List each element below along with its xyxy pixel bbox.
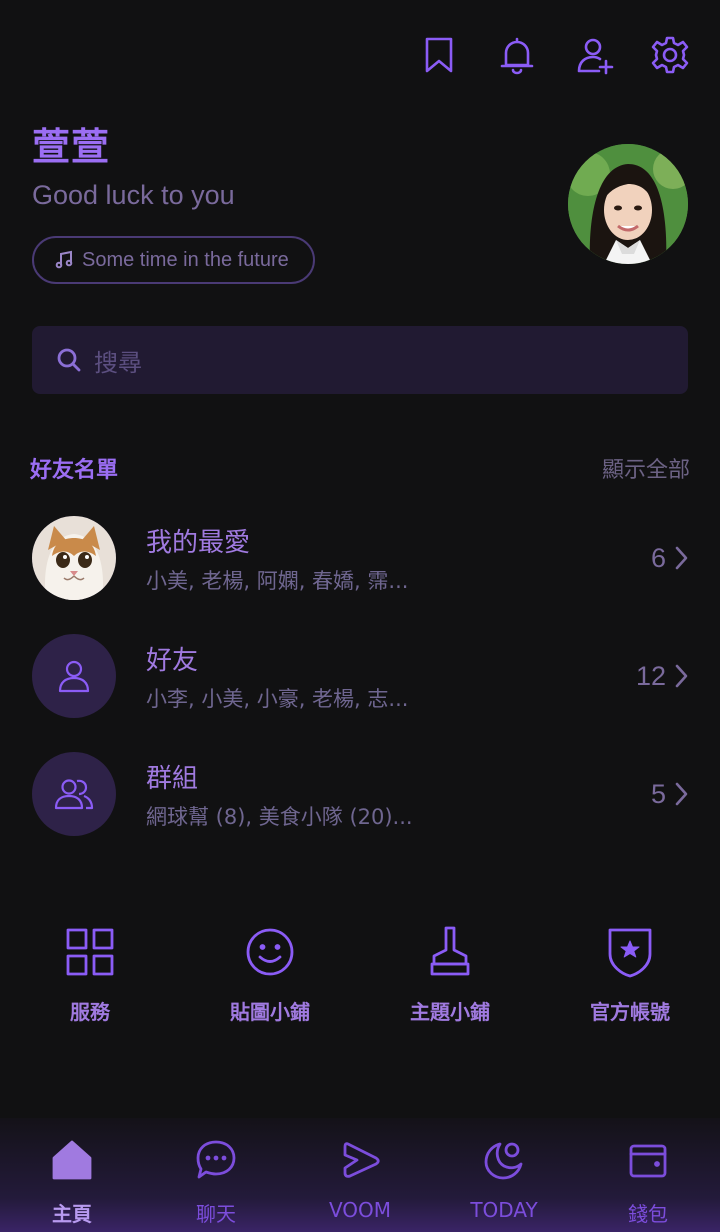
music-note-icon	[55, 250, 73, 269]
nav-home[interactable]: 主頁	[0, 1118, 144, 1232]
search-placeholder: 搜尋	[94, 348, 142, 377]
shortcut-sticker-shop[interactable]: 貼圖小鋪	[180, 924, 360, 1025]
friends-title: 好友	[146, 645, 199, 676]
grid-icon	[66, 928, 114, 976]
nav-today-label: TODAY	[470, 1198, 538, 1222]
chat-icon	[196, 1140, 236, 1179]
shortcut-bar: 服務 貼圖小鋪 主題小鋪 官方帳號	[0, 924, 720, 1025]
top-toolbar	[400, 30, 690, 80]
nav-chat[interactable]: 聊天	[144, 1118, 288, 1232]
cat-photo	[32, 516, 116, 600]
groups-title: 群組	[146, 763, 199, 794]
brush-icon	[430, 926, 470, 976]
bottom-navigation: 主頁 聊天 VOOM TODAY 錢包	[0, 1118, 720, 1232]
nav-today[interactable]: TODAY	[432, 1118, 576, 1232]
profile-avatar[interactable]	[568, 144, 688, 264]
friends-section-title: 好友名單	[30, 458, 119, 483]
nav-home-label: 主頁	[52, 1202, 92, 1226]
friends-count: 12	[635, 660, 666, 691]
favorites-title: 我的最愛	[146, 527, 251, 558]
shortcut-services-label: 服務	[70, 1000, 110, 1024]
home-icon	[52, 1140, 92, 1180]
shield-star-icon	[608, 928, 652, 978]
search-bar[interactable]: 搜尋	[32, 326, 688, 394]
friend-list-row-groups[interactable]: 群組 網球幫 (8), 美食小隊 (20)... 5	[32, 751, 690, 837]
nav-wallet[interactable]: 錢包	[576, 1118, 720, 1232]
bell-icon	[500, 37, 534, 75]
settings-button[interactable]	[634, 30, 690, 80]
friends-group-icon-wrap	[32, 634, 116, 718]
add-friend-icon	[577, 38, 614, 75]
favorites-avatar	[32, 516, 116, 600]
add-friend-button[interactable]	[556, 30, 634, 80]
person-icon	[58, 660, 90, 693]
nav-chat-label: 聊天	[196, 1202, 236, 1226]
friends-members: 小李, 小美, 小豪, 老楊, 志...	[146, 686, 409, 711]
favorites-count: 6	[650, 542, 666, 573]
shortcut-sticker-shop-label: 貼圖小鋪	[230, 1000, 310, 1024]
favorites-members: 小美, 老楊, 阿嫻, 春嬌, 霈...	[146, 568, 409, 593]
friend-list-row-friends[interactable]: 好友 小李, 小美, 小豪, 老楊, 志... 12	[32, 633, 690, 719]
groups-icon-wrap	[32, 752, 116, 836]
bookmark-button[interactable]	[400, 30, 478, 80]
groups-count: 5	[650, 778, 666, 809]
voom-icon	[343, 1142, 380, 1178]
smiley-icon	[246, 928, 294, 976]
wallet-icon	[629, 1144, 667, 1178]
chevron-right-icon	[675, 664, 688, 688]
profile-music-label: Some time in the future	[82, 248, 289, 271]
shortcut-theme-shop-label: 主題小鋪	[410, 1000, 490, 1024]
shortcut-official-accounts-label: 官方帳號	[590, 1000, 670, 1024]
profile-name[interactable]: 萱萱	[32, 116, 110, 171]
shortcut-services[interactable]: 服務	[0, 924, 180, 1025]
profile-photo	[568, 144, 688, 264]
chevron-right-icon	[675, 782, 688, 806]
groups-members: 網球幫 (8), 美食小隊 (20)...	[146, 804, 413, 829]
shortcut-theme-shop[interactable]: 主題小鋪	[360, 924, 540, 1025]
show-all-link[interactable]: 顯示全部	[602, 452, 690, 484]
group-icon	[54, 779, 94, 810]
nav-wallet-label: 錢包	[628, 1202, 668, 1226]
profile-music-chip[interactable]: Some time in the future	[32, 236, 315, 284]
nav-voom-label: VOOM	[328, 1198, 392, 1222]
friend-list-row-favorites[interactable]: 我的最愛 小美, 老楊, 阿嫻, 春嬌, 霈... 6	[32, 515, 690, 601]
chevron-right-icon	[675, 546, 688, 570]
search-icon	[57, 348, 81, 372]
shortcut-official-accounts[interactable]: 官方帳號	[540, 924, 720, 1025]
gear-icon	[651, 36, 689, 74]
nav-voom[interactable]: VOOM	[288, 1118, 432, 1232]
bookmark-icon	[425, 37, 453, 73]
notifications-button[interactable]	[478, 30, 556, 80]
today-icon	[484, 1142, 523, 1180]
profile-status-message[interactable]: Good luck to you	[32, 180, 235, 211]
